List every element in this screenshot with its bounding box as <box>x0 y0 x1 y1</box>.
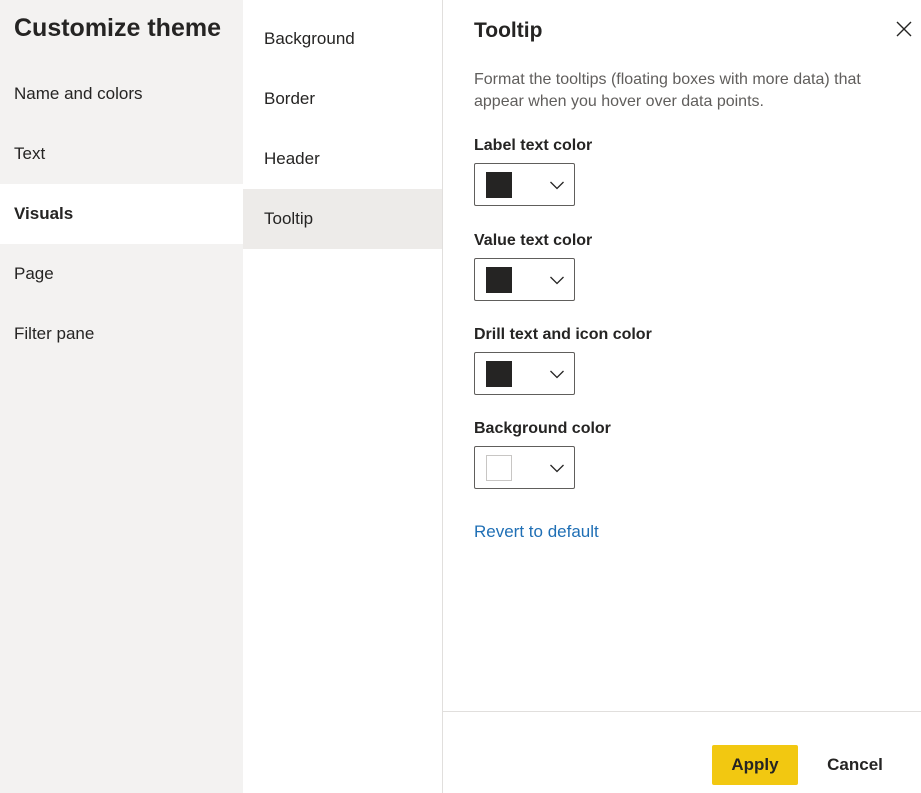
value-text-color-picker[interactable] <box>474 258 575 301</box>
category-nav: Name and colors Text Visuals Page Filter… <box>0 64 243 364</box>
chevron-down-icon <box>550 370 564 379</box>
sub-item-background[interactable]: Background <box>243 9 442 69</box>
nav-item-visuals[interactable]: Visuals <box>0 184 243 244</box>
label-text-color-field: Label text color <box>474 135 894 206</box>
sub-item-tooltip[interactable]: Tooltip <box>243 189 442 249</box>
section-title: Tooltip <box>474 19 543 42</box>
value-text-color-field: Value text color <box>474 230 894 301</box>
close-icon <box>896 21 912 37</box>
sub-item-border[interactable]: Border <box>243 69 442 129</box>
footer-divider <box>443 711 921 712</box>
cancel-button[interactable]: Cancel <box>813 745 897 785</box>
category-panel: Customize theme Name and colors Text Vis… <box>0 0 243 793</box>
background-color-picker[interactable] <box>474 446 575 489</box>
label-text-color-picker[interactable] <box>474 163 575 206</box>
section-description: Format the tooltips (floating boxes with… <box>474 71 861 110</box>
chevron-down-icon <box>550 464 564 473</box>
close-button[interactable] <box>892 17 916 41</box>
subcategory-panel: Background Border Header Tooltip <box>243 0 443 793</box>
color-swatch <box>486 455 512 481</box>
revert-to-default-link[interactable]: Revert to default <box>474 522 599 542</box>
chevron-down-icon <box>550 276 564 285</box>
chevron-down-icon <box>550 181 564 190</box>
settings-panel: Tooltip Format the tooltips (floating bo… <box>443 0 921 793</box>
color-swatch <box>486 267 512 293</box>
drill-text-color-picker[interactable] <box>474 352 575 395</box>
nav-item-name-and-colors[interactable]: Name and colors <box>0 64 243 124</box>
background-color-label: Background color <box>474 420 611 437</box>
label-text-color-label: Label text color <box>474 137 593 154</box>
nav-item-page[interactable]: Page <box>0 244 243 304</box>
nav-item-text[interactable]: Text <box>0 124 243 184</box>
nav-item-filter-pane[interactable]: Filter pane <box>0 304 243 364</box>
value-text-color-label: Value text color <box>474 232 593 249</box>
dialog-title: Customize theme <box>14 14 221 42</box>
background-color-field: Background color <box>474 418 894 489</box>
color-swatch <box>486 172 512 198</box>
subcategory-nav: Background Border Header Tooltip <box>243 9 442 249</box>
color-swatch <box>486 361 512 387</box>
drill-text-color-field: Drill text and icon color <box>474 324 894 395</box>
apply-button[interactable]: Apply <box>712 745 798 785</box>
drill-text-color-label: Drill text and icon color <box>474 326 652 343</box>
sub-item-header[interactable]: Header <box>243 129 442 189</box>
